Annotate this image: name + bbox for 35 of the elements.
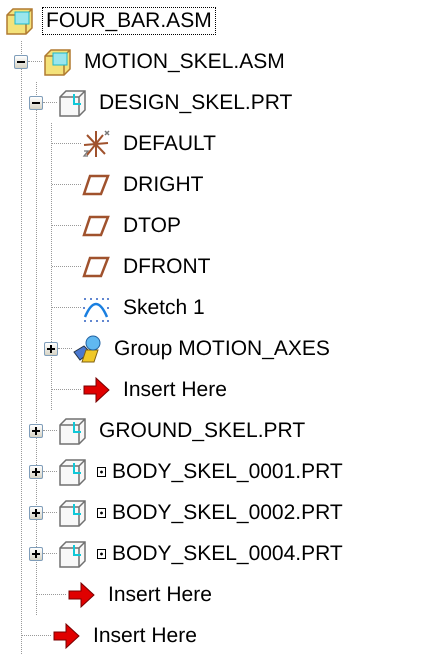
tree-item[interactable]: Insert Here bbox=[119, 376, 231, 404]
axes-icon bbox=[81, 128, 111, 158]
part-icon bbox=[57, 88, 87, 118]
expand-toggle[interactable] bbox=[14, 54, 28, 68]
expand-toggle[interactable] bbox=[29, 546, 43, 560]
part-icon bbox=[57, 416, 87, 446]
tree-item[interactable]: Group MOTION_AXES bbox=[110, 334, 334, 362]
assembly-icon bbox=[4, 6, 34, 36]
arrow-icon bbox=[81, 374, 111, 404]
tree-item[interactable]: BODY_SKEL_0002.PRT bbox=[108, 498, 347, 526]
tree-item[interactable]: MOTION_SKEL.ASM bbox=[80, 48, 289, 76]
tree-item[interactable]: BODY_SKEL_0004.PRT bbox=[108, 540, 347, 568]
expand-toggle[interactable] bbox=[29, 506, 43, 520]
tree-item[interactable]: Sketch 1 bbox=[119, 294, 209, 322]
expand-toggle[interactable] bbox=[29, 424, 43, 438]
tree-item[interactable]: FOUR_BAR.ASM bbox=[42, 6, 216, 34]
tree-item[interactable]: DRIGHT bbox=[119, 170, 208, 198]
arrow-icon bbox=[66, 580, 96, 610]
tree-item[interactable]: DFRONT bbox=[119, 252, 214, 280]
tree-item[interactable]: BODY_SKEL_0001.PRT bbox=[108, 458, 347, 486]
expand-toggle[interactable] bbox=[44, 342, 58, 356]
assembly-icon bbox=[42, 46, 72, 76]
tree-item[interactable]: GROUND_SKEL.PRT bbox=[95, 416, 310, 444]
tree-item[interactable]: DEFAULT bbox=[119, 130, 220, 158]
group-icon bbox=[72, 334, 102, 364]
part-icon bbox=[57, 498, 87, 528]
tree-item[interactable]: Insert Here bbox=[89, 622, 201, 650]
tree-item[interactable]: Insert Here bbox=[104, 580, 216, 608]
tree-item[interactable]: DESIGN_SKEL.PRT bbox=[95, 88, 296, 116]
tree-item[interactable]: DTOP bbox=[119, 212, 185, 240]
arrow-icon bbox=[51, 620, 81, 650]
expand-toggle[interactable] bbox=[29, 464, 43, 478]
part-icon bbox=[57, 538, 87, 568]
expand-toggle[interactable] bbox=[29, 96, 43, 110]
part-icon bbox=[57, 456, 87, 486]
